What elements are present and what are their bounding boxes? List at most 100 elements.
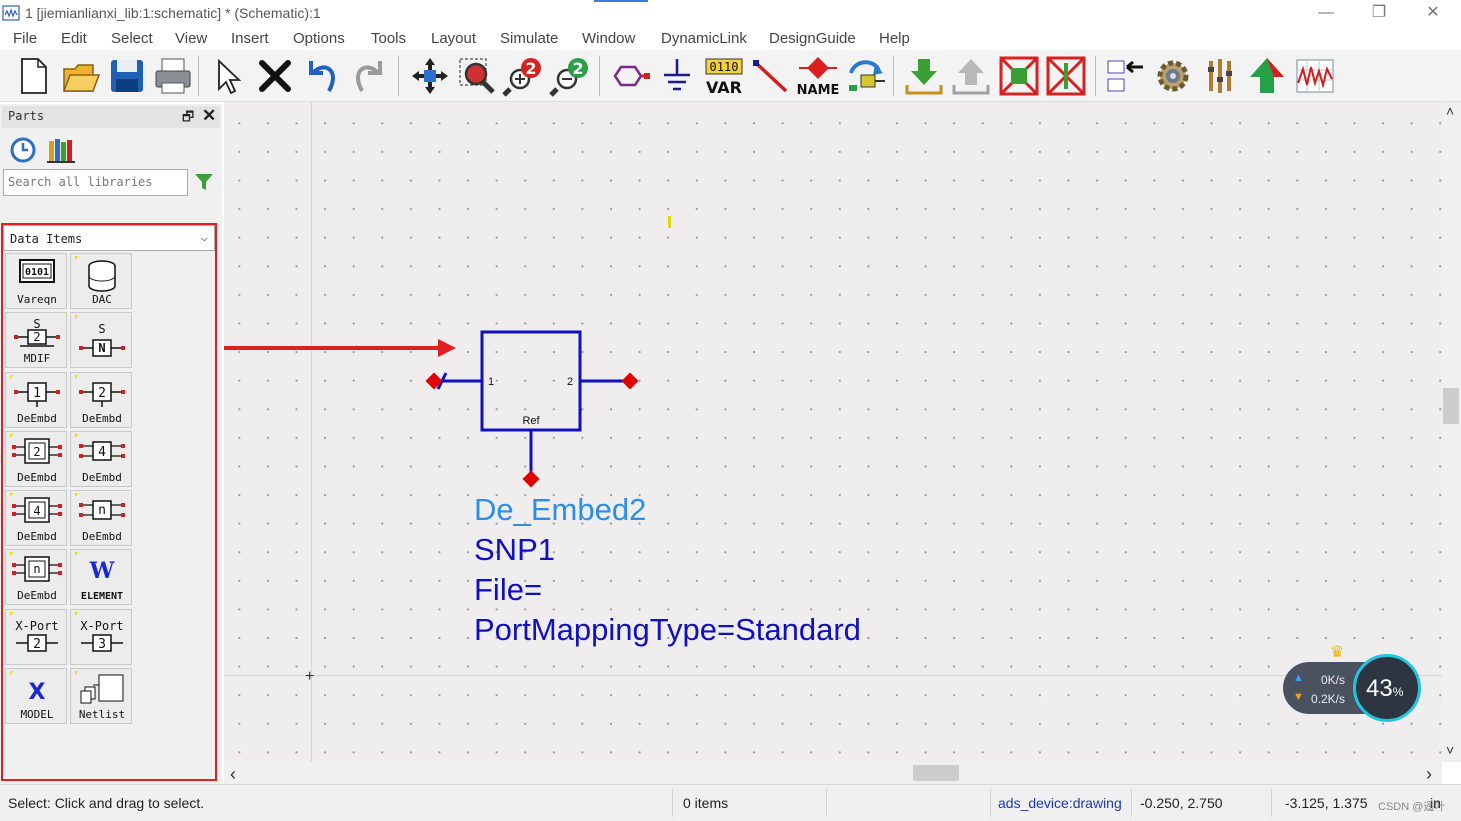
port-icon[interactable] <box>609 55 651 97</box>
menu-insert[interactable]: Insert <box>231 30 269 47</box>
palette-label: Netlist <box>78 708 126 721</box>
palette-xport3[interactable]: X-Port 3 <box>70 609 132 665</box>
menu-window[interactable]: Window <box>582 30 635 47</box>
tuning-icon[interactable] <box>1199 55 1241 97</box>
menu-select[interactable]: Select <box>111 30 153 47</box>
horizontal-scrollbar[interactable]: ‹ › <box>224 762 1442 784</box>
library-dropdown-value: Data Items <box>10 232 83 246</box>
scroll-left-icon[interactable]: ‹ <box>230 764 236 785</box>
cpu-usage-gauge[interactable]: 43% <box>1353 654 1421 722</box>
ground-icon[interactable] <box>656 55 698 97</box>
filter-icon[interactable] <box>194 172 214 192</box>
svg-text:0101: 0101 <box>25 267 49 278</box>
palette-dac[interactable]: DAC <box>70 253 132 309</box>
wire-icon[interactable] <box>750 55 792 97</box>
palette-deembed2[interactable]: 2 DeEmbd <box>70 372 132 428</box>
delete-icon[interactable] <box>254 55 296 97</box>
menu-simulate[interactable]: Simulate <box>500 30 558 47</box>
data-display-icon[interactable] <box>1294 55 1336 97</box>
svg-text:0110: 0110 <box>710 60 739 74</box>
redo-icon[interactable] <box>348 55 390 97</box>
download-arrow-icon: ▼ <box>1293 691 1304 703</box>
open-icon[interactable] <box>59 55 101 97</box>
red-double-arrow <box>224 339 456 357</box>
push-down-icon[interactable] <box>903 55 945 97</box>
palette-netlist[interactable]: Netlist <box>70 668 132 724</box>
snp-icon: S N <box>75 315 125 357</box>
menu-options[interactable]: Options <box>293 30 345 47</box>
move-icon[interactable] <box>409 55 451 97</box>
library-books-icon[interactable] <box>46 136 76 164</box>
library-dropdown[interactable]: Data Items ⌵ <box>3 225 215 251</box>
update-icon[interactable] <box>845 55 887 97</box>
symbol-icon[interactable] <box>1105 55 1147 97</box>
menu-designguide[interactable]: DesignGuide <box>769 30 856 47</box>
palette-w-element[interactable]: W ELEMENT <box>70 549 132 605</box>
svg-text:n: n <box>33 562 40 576</box>
palette-vareqn[interactable]: 0101 Vareqn <box>5 253 67 309</box>
palette-x-model[interactable]: X MODEL <box>5 668 67 724</box>
library-search-input[interactable]: Search all libraries <box>3 169 188 196</box>
name-icon[interactable]: NAME <box>797 55 839 98</box>
menu-layout[interactable]: Layout <box>431 30 476 47</box>
menu-file[interactable]: File <box>13 30 37 47</box>
palette-s2-mdif[interactable]: S 2 MDIF <box>5 312 67 368</box>
svg-text:W: W <box>89 558 115 584</box>
palette-deembed1[interactable]: 1 DeEmbd <box>5 372 67 428</box>
minimize-button[interactable]: — <box>1306 2 1346 24</box>
menu-view[interactable]: View <box>175 30 207 47</box>
deembed2-component[interactable]: 1 2 Ref <box>224 102 1442 762</box>
palette-xport2[interactable]: X-Port 2 <box>5 609 67 665</box>
scroll-down-icon[interactable]: ˅ <box>1446 742 1454 758</box>
close-panel-icon[interactable]: ✕ <box>202 106 216 126</box>
palette-deembedn-box[interactable]: n DeEmbd <box>5 549 67 605</box>
xport2-icon: X-Port 2 <box>10 612 59 652</box>
svg-text:4: 4 <box>33 504 40 518</box>
zoom-out-icon[interactable]: 2 <box>549 55 591 97</box>
close-window-button[interactable]: ✕ <box>1413 2 1453 24</box>
selection-count: 0 items <box>683 795 729 811</box>
svg-text:2: 2 <box>33 637 41 652</box>
history-clock-icon[interactable] <box>9 136 37 164</box>
grid-coordinates: -3.125, 1.375 <box>1285 795 1368 811</box>
palette-deembed2-box[interactable]: 2 DeEmbd <box>5 431 67 487</box>
print-icon[interactable] <box>152 55 194 97</box>
float-panel-icon[interactable]: 🗗 <box>182 108 194 130</box>
new-icon[interactable] <box>12 55 54 97</box>
svg-text:n: n <box>98 503 106 518</box>
vertical-scrollbar[interactable]: ˄ ˅ <box>1442 102 1461 762</box>
scroll-up-icon[interactable]: ˄ <box>1446 103 1454 119</box>
view-context: ads_device:drawing <box>998 795 1122 811</box>
palette-deembedn[interactable]: n DeEmbd <box>70 490 132 546</box>
palette-label: ELEMENT <box>80 591 124 602</box>
palette-label: DeEmbd <box>82 530 122 543</box>
vertical-scroll-thumb[interactable] <box>1443 388 1459 424</box>
deactivate-icon[interactable] <box>998 55 1040 97</box>
var-icon[interactable]: 0110 VAR <box>703 55 745 97</box>
zoom-area-icon[interactable] <box>456 55 498 97</box>
zoom-in-icon[interactable]: 2 <box>502 55 544 97</box>
launch-icon[interactable] <box>1246 55 1288 97</box>
restore-button[interactable]: ❐ <box>1359 2 1399 24</box>
schematic-canvas[interactable]: + 1 2 Ref De_Embed2 SNP1 File= PortMappi… <box>224 102 1442 762</box>
save-icon[interactable] <box>106 55 148 97</box>
menu-help[interactable]: Help <box>879 30 910 47</box>
undo-icon[interactable] <box>301 55 343 97</box>
palette-label: MODEL <box>20 708 54 721</box>
pop-up-icon[interactable] <box>950 55 992 97</box>
palette-label: DeEmbd <box>17 589 57 602</box>
palette-label: DeEmbd <box>82 412 122 425</box>
pin2-terminal <box>621 372 639 390</box>
menu-edit[interactable]: Edit <box>61 30 87 47</box>
select-arrow-icon[interactable] <box>207 55 249 97</box>
horizontal-scroll-thumb[interactable] <box>913 765 959 781</box>
short-icon[interactable] <box>1045 55 1087 97</box>
palette-snp[interactable]: S N <box>70 312 132 368</box>
menu-dynamiclink[interactable]: DynamicLink <box>661 30 747 47</box>
menu-tools[interactable]: Tools <box>371 30 406 47</box>
palette-deembed4-box[interactable]: 4 DeEmbd <box>5 490 67 546</box>
title-accent <box>594 0 648 2</box>
simulate-gear-icon[interactable] <box>1152 55 1194 97</box>
scroll-right-icon[interactable]: › <box>1426 764 1432 785</box>
palette-deembed4[interactable]: 4 DeEmbd <box>70 431 132 487</box>
